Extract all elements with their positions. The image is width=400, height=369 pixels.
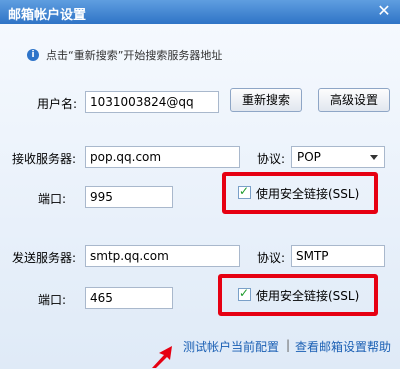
title-bar: 邮箱帐户设置 ✕ (0, 0, 400, 24)
username-label: 用户名: (37, 97, 78, 111)
username-field[interactable] (85, 91, 219, 113)
incoming-ssl-label: 使用安全链接(SSL) (256, 187, 360, 201)
search-hint: 点击“重新搜索”开始搜索服务器地址 (46, 49, 223, 62)
outgoing-ssl-checkbox[interactable]: ✓ (238, 286, 251, 301)
checkmark-icon: ✓ (239, 184, 250, 198)
red-arrow-icon (152, 346, 172, 368)
chevron-down-icon (370, 155, 378, 160)
incoming-port-field[interactable] (85, 186, 173, 208)
incoming-protocol-value: POP (297, 150, 321, 164)
link-separator: | (286, 338, 291, 352)
research-button[interactable]: 重新搜索 (230, 88, 302, 112)
outgoing-ssl-label: 使用安全链接(SSL) (256, 289, 360, 303)
test-account-link[interactable]: 测试帐户当前配置 (183, 338, 279, 355)
outgoing-port-label: 端口: (38, 293, 67, 307)
window-title: 邮箱帐户设置 (8, 8, 87, 23)
checkmark-icon: ✓ (239, 286, 250, 300)
help-link[interactable]: 查看邮箱设置帮助 (295, 338, 391, 355)
outgoing-protocol-field[interactable] (291, 245, 385, 267)
incoming-port-label: 端口: (38, 192, 67, 206)
close-icon[interactable]: ✕ (375, 2, 393, 20)
incoming-server-label: 接收服务器: (12, 152, 77, 166)
outgoing-server-label: 发送服务器: (12, 251, 77, 265)
incoming-protocol-label: 协议: (257, 152, 286, 166)
outgoing-protocol-label: 协议: (257, 251, 286, 265)
advanced-settings-button[interactable]: 高级设置 (318, 88, 390, 112)
outgoing-port-field[interactable] (85, 287, 173, 309)
outgoing-server-field[interactable] (85, 245, 240, 267)
info-icon: i (27, 49, 39, 61)
incoming-server-field[interactable] (85, 146, 240, 168)
incoming-protocol-select[interactable]: POP (291, 146, 385, 168)
incoming-ssl-checkbox[interactable]: ✓ (238, 184, 251, 199)
